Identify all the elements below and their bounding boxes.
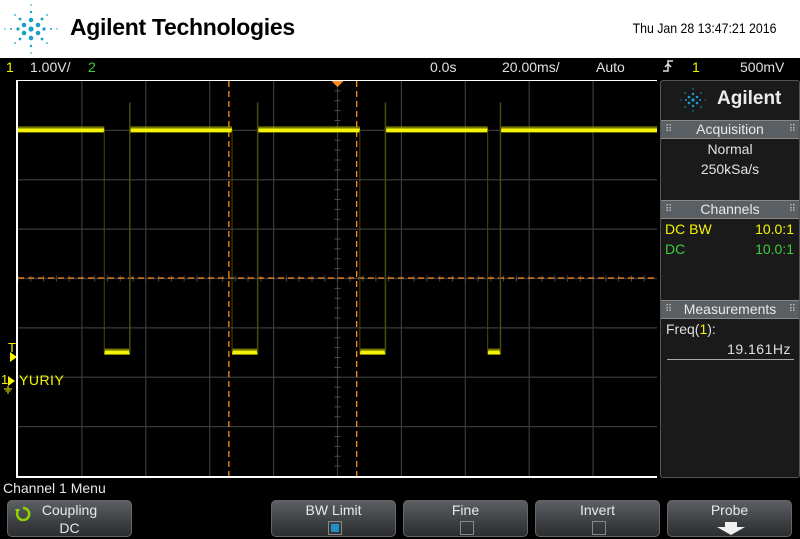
coupling-softkey[interactable]: Coupling DC: [7, 500, 132, 537]
waveform-noise: [385, 126, 488, 129]
ch1-indicator[interactable]: 1: [6, 59, 14, 75]
bw-limit-softkey[interactable]: BW Limit: [271, 500, 396, 537]
panel-logo: Agilent: [661, 81, 799, 119]
ch2-probe: 10.0:1: [755, 241, 794, 257]
channel-markers: T 1: [0, 80, 17, 478]
grip-icon: ⠿: [788, 204, 796, 215]
acquisition-rate: 250kSa/s: [700, 161, 760, 177]
bw-limit-label: BW Limit: [305, 502, 362, 518]
measurement-label-prefix: Freq(: [666, 321, 700, 337]
probe-label: Probe: [710, 502, 749, 518]
measurement-divider: [667, 359, 794, 360]
agilent-spark-icon: [680, 88, 706, 112]
trigger-level[interactable]: 500mV: [740, 59, 784, 75]
waveform-noise: [129, 126, 233, 129]
trigger-mode[interactable]: Auto: [596, 59, 625, 75]
graticule: [18, 81, 657, 476]
coupling-label: Coupling: [41, 502, 98, 518]
measurement-label-suffix: ):: [707, 321, 716, 337]
menu-title: Channel 1 Menu: [3, 480, 106, 496]
trigger-source[interactable]: 1: [692, 59, 700, 75]
grip-icon: ⠿: [665, 124, 672, 135]
channels-header[interactable]: ⠿ Channels ⠿: [661, 200, 799, 219]
arrow-down-icon: [717, 522, 745, 535]
time-scale[interactable]: 20.00ms/: [502, 59, 560, 75]
fine-label: Fine: [451, 502, 480, 518]
measurement-label: Freq(1):: [666, 321, 716, 337]
grip-icon: ⠿: [788, 124, 796, 135]
grip-icon: ⠿: [788, 304, 796, 315]
acquisition-title: Acquisition: [696, 121, 764, 137]
grip-icon: ⠿: [665, 304, 672, 315]
measurements-title: Measurements: [683, 301, 777, 317]
acquisition-mode: Normal: [707, 141, 753, 157]
waveform-segment: [129, 128, 233, 133]
waveform-noise: [257, 126, 360, 129]
acquisition-header[interactable]: ⠿ Acquisition ⠿: [661, 120, 799, 139]
agilent-spark-icon: [4, 4, 58, 54]
bw-limit-checkbox[interactable]: [328, 521, 342, 535]
info-panel: Agilent ⠿ Acquisition ⠿ Normal 250kSa/s …: [660, 80, 800, 478]
waveform-segment: [18, 128, 105, 133]
waveform-segment: [232, 350, 258, 355]
waveform-segment: [487, 350, 501, 355]
rising-edge-icon: [662, 59, 674, 76]
waveform-noise: [18, 126, 105, 129]
header-bar: Agilent Technologies Thu Jan 28 13:47:21…: [0, 0, 800, 58]
ch1-ground-marker[interactable]: [8, 376, 16, 386]
channels-title: Channels: [700, 201, 760, 217]
waveform-segment: [104, 350, 130, 355]
ground-icon: [4, 386, 12, 394]
fine-checkbox[interactable]: [460, 521, 474, 535]
measurement-value: 19.161Hz: [727, 341, 791, 357]
probe-softkey[interactable]: Probe: [667, 500, 792, 537]
ch2-indicator[interactable]: 2: [88, 59, 96, 75]
waveform-noise: [487, 348, 501, 351]
time-delay[interactable]: 0.0s: [430, 59, 456, 75]
ch1-probe: 10.0:1: [755, 221, 794, 237]
ch2-coupling: DC: [665, 241, 686, 257]
waveform-display[interactable]: [16, 80, 657, 478]
waveform-noise: [104, 348, 130, 351]
waveform-noise: [500, 126, 657, 129]
ch1-scale[interactable]: 1.00V/: [30, 59, 70, 75]
measurements-header[interactable]: ⠿ Measurements ⠿: [661, 300, 799, 319]
ch1-coupling: DC BW: [665, 221, 712, 237]
fine-softkey[interactable]: Fine: [403, 500, 528, 537]
grip-icon: ⠿: [665, 204, 672, 215]
waveform-segment: [500, 128, 657, 133]
invert-softkey[interactable]: Invert: [535, 500, 660, 537]
invert-label: Invert: [579, 502, 615, 518]
ch1-label: YURIY: [19, 372, 65, 388]
trigger-delay-marker: [331, 81, 344, 87]
waveform-noise: [232, 348, 258, 351]
brand-title: Agilent Technologies: [70, 14, 295, 40]
waveform-segment: [257, 128, 360, 133]
status-bar: 1 1.00V/ 2 0.0s 20.00ms/ Auto 1 500mV: [0, 58, 800, 78]
coupling-value: DC: [59, 520, 80, 536]
waveform-segment: [359, 350, 386, 355]
invert-checkbox[interactable]: [592, 521, 606, 535]
waveform-segment: [385, 128, 488, 133]
datetime: Thu Jan 28 13:47:21 2016: [632, 20, 776, 36]
panel-brand: Agilent: [717, 88, 782, 109]
waveform-noise: [359, 348, 386, 351]
